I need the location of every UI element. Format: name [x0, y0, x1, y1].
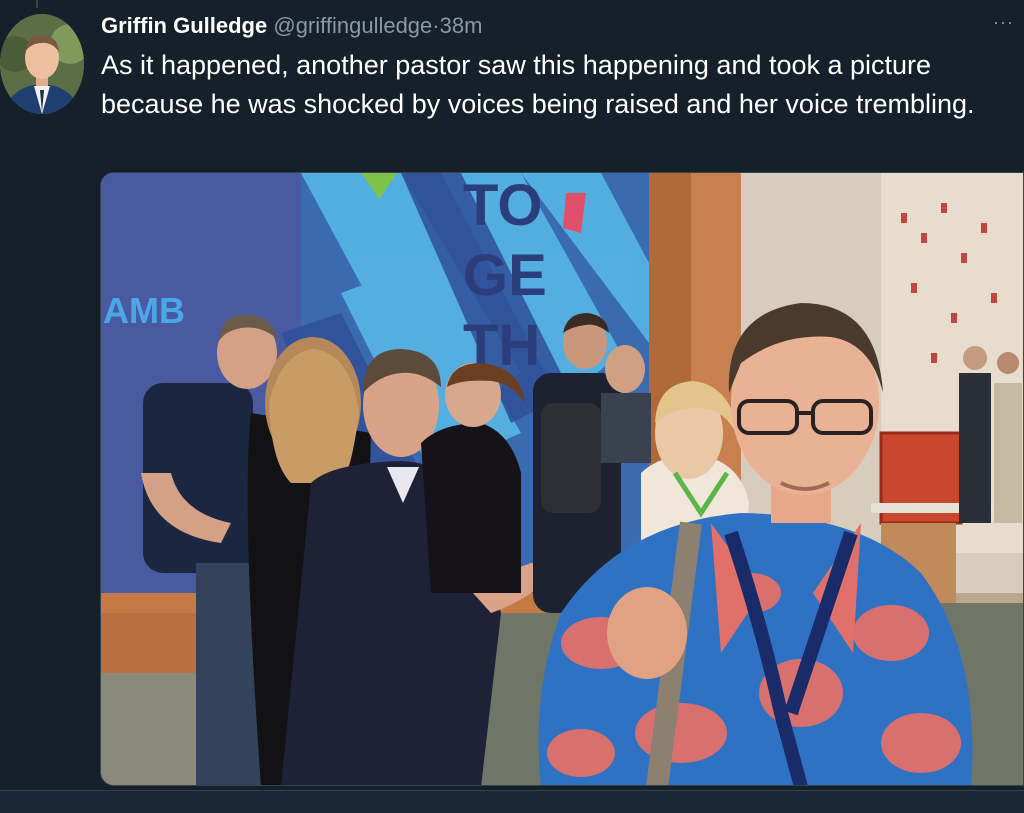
photo-scene: AMB TO GE TH	[101, 173, 1023, 785]
separator: ·	[432, 13, 440, 38]
tweet-photo[interactable]: AMB TO GE TH	[100, 172, 1024, 786]
tweet-header: Griffin Gulledge @griffingulledge·38m	[101, 12, 482, 40]
author-name[interactable]: Griffin Gulledge	[101, 13, 267, 38]
author-handle[interactable]: @griffingulledge	[273, 13, 432, 38]
tweet-text: As it happened, another pastor saw this …	[101, 50, 975, 119]
banner-letters-1: TO	[463, 173, 543, 238]
bottom-bar	[0, 790, 1024, 813]
timestamp[interactable]: 38m	[440, 13, 483, 38]
avatar[interactable]	[0, 14, 84, 114]
avatar-image	[0, 14, 84, 114]
banner-word: AMB	[103, 290, 185, 331]
thread-line	[36, 0, 38, 8]
more-options-icon[interactable]: ···	[993, 12, 1014, 33]
tweet[interactable]: Griffin Gulledge @griffingulledge·38m ··…	[0, 0, 1024, 813]
banner-letters-2: GE	[463, 243, 547, 308]
